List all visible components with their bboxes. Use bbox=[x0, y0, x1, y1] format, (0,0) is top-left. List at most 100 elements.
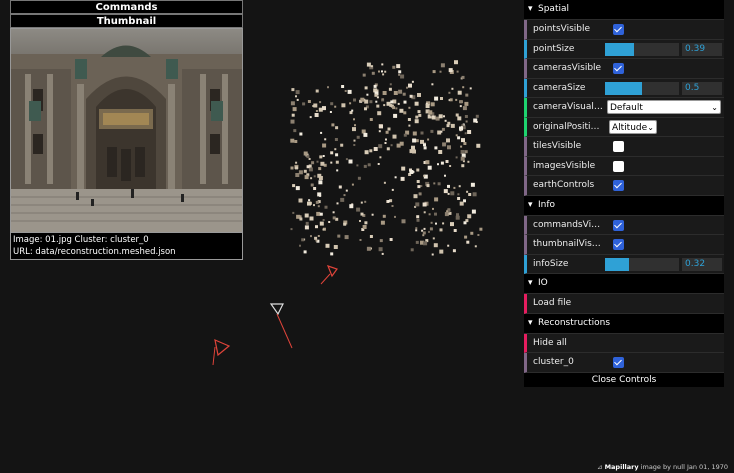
info-size-row[interactable]: infoSize 0.32 bbox=[524, 254, 724, 274]
cameras-visible-row[interactable]: camerasVisible bbox=[524, 59, 724, 79]
info-size-slider[interactable] bbox=[605, 257, 679, 271]
caret-down-icon: ▾ bbox=[528, 199, 533, 210]
point bbox=[432, 207, 434, 210]
point bbox=[461, 75, 465, 79]
point bbox=[373, 84, 377, 88]
thumbnail-visible-checkbox[interactable] bbox=[613, 239, 624, 250]
earth-controls-checkbox[interactable] bbox=[613, 180, 624, 191]
tiles-visible-checkbox[interactable] bbox=[613, 141, 624, 152]
point bbox=[364, 150, 369, 155]
point bbox=[348, 159, 353, 164]
commands-visible-checkbox[interactable] bbox=[613, 219, 624, 231]
point bbox=[398, 73, 401, 76]
point bbox=[363, 132, 368, 137]
point bbox=[334, 148, 337, 151]
camera-frustum-icon[interactable] bbox=[214, 338, 231, 357]
point bbox=[431, 253, 434, 256]
point bbox=[477, 234, 480, 236]
folder-spatial[interactable]: ▾ Spatial bbox=[524, 0, 724, 20]
load-file-button[interactable]: Load file bbox=[524, 294, 724, 314]
camera-size-row[interactable]: cameraSize 0.5 bbox=[524, 78, 724, 98]
point bbox=[351, 183, 354, 186]
point bbox=[360, 97, 365, 102]
point bbox=[290, 166, 294, 170]
point bbox=[442, 222, 445, 225]
point bbox=[344, 235, 349, 240]
point bbox=[364, 221, 368, 225]
commands-header[interactable]: Commands bbox=[10, 0, 243, 14]
point bbox=[385, 130, 389, 134]
point bbox=[429, 227, 433, 231]
control-label: Hide all bbox=[533, 337, 567, 348]
info-size-input[interactable]: 0.32 bbox=[682, 257, 722, 271]
points-visible-checkbox[interactable] bbox=[613, 24, 624, 35]
point bbox=[375, 100, 378, 103]
point bbox=[440, 97, 443, 100]
point bbox=[430, 221, 433, 224]
hide-all-button[interactable]: Hide all bbox=[524, 333, 724, 353]
point bbox=[377, 111, 382, 116]
folder-info[interactable]: ▾ Info bbox=[524, 195, 724, 216]
point bbox=[317, 235, 320, 237]
point bbox=[464, 101, 469, 106]
camera-visualization-select[interactable]: Default ⌄ bbox=[607, 100, 721, 114]
point bbox=[318, 180, 323, 185]
folder-reconstructions[interactable]: ▾ Reconstructions bbox=[524, 313, 724, 334]
point bbox=[340, 143, 344, 147]
tiles-visible-row[interactable]: tilesVisible bbox=[524, 137, 724, 157]
cluster-0-checkbox[interactable] bbox=[613, 357, 624, 368]
point bbox=[437, 163, 439, 166]
camera-ray bbox=[276, 313, 293, 349]
control-label: infoSize bbox=[533, 258, 569, 269]
slider-fill bbox=[605, 42, 634, 56]
point bbox=[304, 213, 309, 218]
point bbox=[393, 113, 398, 118]
point bbox=[392, 106, 396, 110]
camera-size-input[interactable]: 0.5 bbox=[682, 81, 722, 95]
point bbox=[456, 70, 459, 73]
points-visible-row[interactable]: pointsVisible bbox=[524, 20, 724, 40]
point bbox=[335, 160, 339, 164]
point bbox=[462, 86, 465, 89]
point bbox=[292, 107, 297, 112]
point bbox=[345, 189, 348, 192]
point bbox=[422, 202, 427, 207]
earth-controls-row[interactable]: earthControls bbox=[524, 176, 724, 196]
point bbox=[360, 212, 364, 216]
camera-ray bbox=[212, 346, 216, 366]
point-size-row[interactable]: pointSize 0.39 bbox=[524, 39, 724, 59]
close-controls-button[interactable]: Close Controls bbox=[524, 372, 724, 387]
original-position-row[interactable]: originalPosition... Altitude ⌄ bbox=[524, 117, 724, 137]
point bbox=[332, 211, 335, 214]
point-size-input[interactable]: 0.39 bbox=[682, 42, 722, 56]
point bbox=[455, 156, 458, 159]
point bbox=[369, 100, 373, 104]
cameras-visible-checkbox[interactable] bbox=[613, 63, 624, 74]
point bbox=[367, 163, 371, 167]
point bbox=[318, 167, 322, 171]
point bbox=[392, 65, 396, 69]
cluster-0-row[interactable]: cluster_0 bbox=[524, 353, 724, 373]
point bbox=[335, 153, 339, 157]
point bbox=[364, 86, 368, 90]
folder-io[interactable]: ▾ IO bbox=[524, 274, 724, 294]
camera-visualization-row[interactable]: cameraVisualizat... Default⌄ bbox=[524, 98, 724, 118]
commands-visible-row[interactable]: commandsVisible bbox=[524, 215, 724, 235]
point bbox=[412, 138, 417, 143]
control-label: imagesVisible bbox=[533, 160, 596, 171]
thumbnail-visible-row[interactable]: thumbnailVisible bbox=[524, 235, 724, 255]
point-size-slider[interactable] bbox=[605, 42, 679, 56]
brand-label: Mapillary bbox=[604, 463, 639, 471]
images-visible-checkbox[interactable] bbox=[613, 160, 624, 172]
point bbox=[403, 133, 407, 137]
point bbox=[420, 185, 423, 187]
camera-size-slider[interactable] bbox=[605, 81, 679, 95]
point bbox=[310, 183, 314, 187]
images-visible-row[interactable]: imagesVisible bbox=[524, 156, 724, 176]
camera-frustum-icon[interactable] bbox=[269, 303, 284, 316]
original-position-select[interactable]: Altitude ⌄ bbox=[609, 119, 657, 134]
url-text: URL: data/reconstruction.meshed.json bbox=[13, 247, 176, 257]
control-label: tilesVisible bbox=[533, 141, 582, 151]
point bbox=[408, 124, 411, 127]
point bbox=[455, 98, 458, 101]
